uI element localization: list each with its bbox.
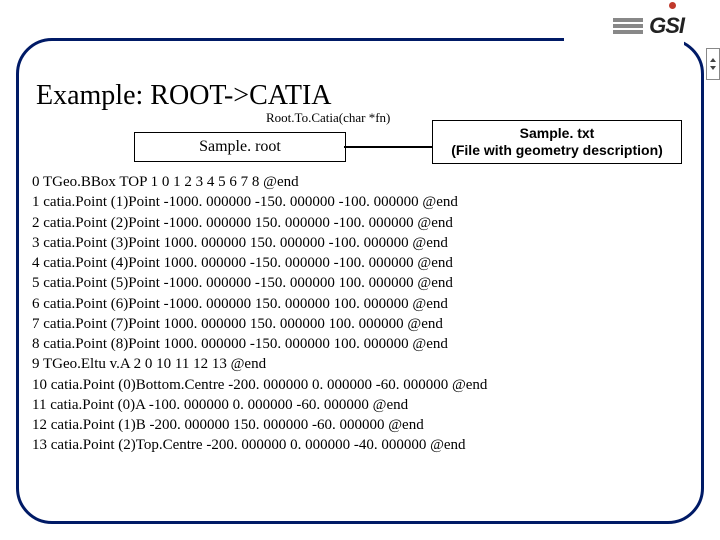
sample-txt-box: Sample. txt (File with geometry descript…: [432, 120, 682, 164]
list-item: 8 catia.Point (8)Point 1000. 000000 -150…: [32, 336, 448, 352]
logo-bars-icon: [613, 18, 643, 34]
list-item: 13 catia.Point (2)Top.Centre -200. 00000…: [32, 437, 466, 453]
list-item: 9 TGeo.Eltu v.A 2 0 10 11 12 13 @end: [32, 356, 266, 372]
logo: GSI: [564, 4, 684, 48]
page-title: Example: ROOT->CATIA: [36, 80, 332, 112]
side-control-icon: [706, 48, 720, 80]
list-item: 1 catia.Point (1)Point -1000. 000000 -15…: [32, 194, 458, 210]
function-label: Root.To.Catia(char *fn): [266, 110, 390, 126]
sample-txt-line1: Sample. txt: [433, 125, 681, 143]
list-item: 7 catia.Point (7)Point 1000. 000000 150.…: [32, 316, 443, 332]
sample-txt-line2: (File with geometry description): [433, 142, 681, 160]
code-listing: 0 TGeo.BBox TOP 1 0 1 2 3 4 5 6 7 8 @end…: [32, 172, 688, 456]
list-item: 11 catia.Point (0)A -100. 000000 0. 0000…: [32, 397, 408, 413]
list-item: 6 catia.Point (6)Point -1000. 000000 150…: [32, 296, 448, 312]
list-item: 5 catia.Point (5)Point -1000. 000000 -15…: [32, 275, 453, 291]
logo-dot-icon: [669, 2, 676, 9]
connector-line-icon: [344, 146, 432, 148]
sample-root-box: Sample. root: [134, 132, 346, 162]
list-item: 0 TGeo.BBox TOP 1 0 1 2 3 4 5 6 7 8 @end: [32, 174, 299, 190]
list-item: 2 catia.Point (2)Point -1000. 000000 150…: [32, 215, 453, 231]
list-item: 12 catia.Point (1)B -200. 000000 150. 00…: [32, 417, 424, 433]
list-item: 10 catia.Point (0)Bottom.Centre -200. 00…: [32, 377, 487, 393]
list-item: 4 catia.Point (4)Point 1000. 000000 -150…: [32, 255, 453, 271]
list-item: 3 catia.Point (3)Point 1000. 000000 150.…: [32, 235, 448, 251]
logo-text: GSI: [649, 13, 684, 39]
